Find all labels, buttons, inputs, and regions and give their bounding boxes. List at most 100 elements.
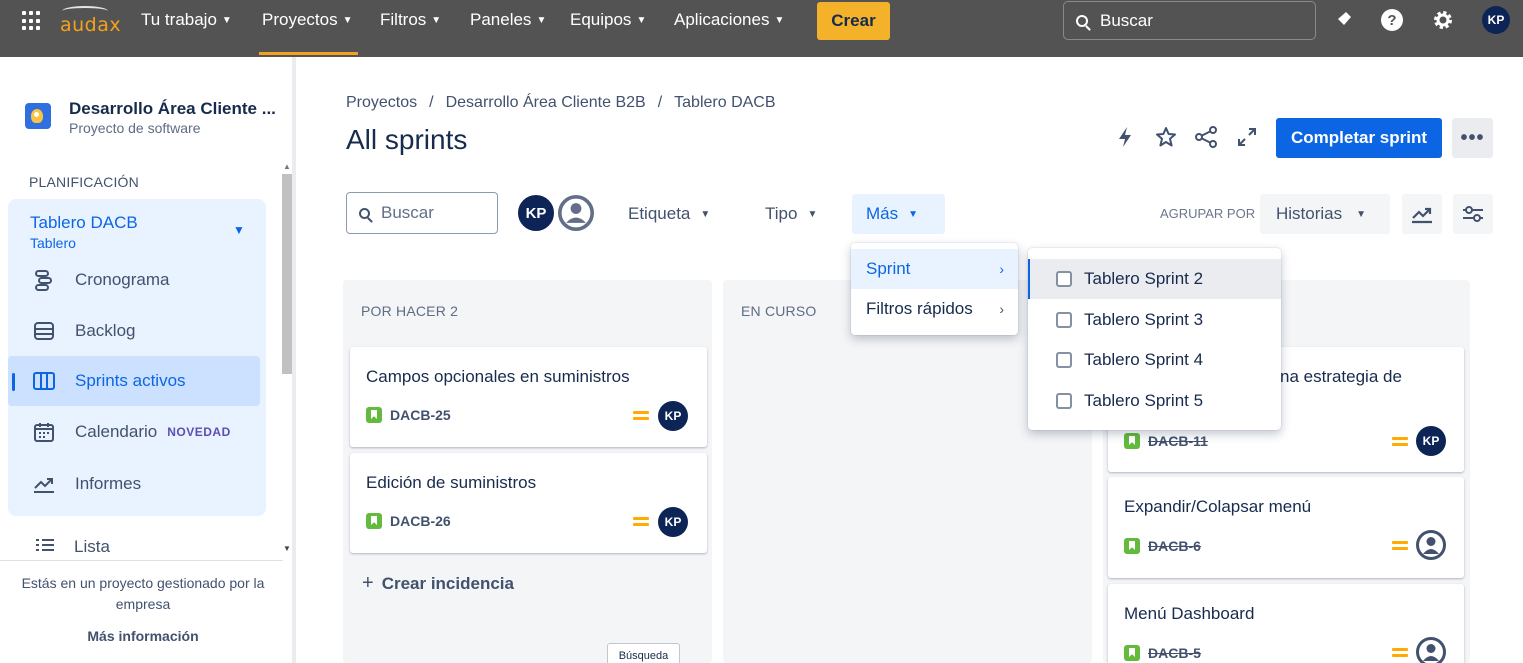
unassigned-avatar[interactable] [1416, 530, 1446, 560]
sidebar-item-calendario[interactable]: Calendario NOVEDAD [8, 407, 260, 457]
sprint-option[interactable]: Tablero Sprint 3 [1028, 300, 1281, 340]
sidebar-item-label: Informes [75, 474, 142, 493]
story-icon [366, 513, 382, 529]
top-navigation-bar: audax Tu trabajo ▼ Proyectos ▼ Filtros ▼ Pa… [0, 0, 1523, 57]
chevron-down-icon: ▼ [431, 15, 442, 26]
backlog-icon [32, 319, 56, 343]
help-icon[interactable]: ? [1380, 8, 1404, 32]
automation-lightning-icon[interactable] [1112, 124, 1138, 150]
nav-filtros[interactable]: Filtros ▼ [380, 10, 441, 30]
checkbox[interactable] [1056, 393, 1072, 409]
assignee-avatar[interactable]: KP [658, 401, 688, 431]
issue-card[interactable]: Menú Dashboard DACB-5 [1108, 584, 1464, 663]
unassigned-avatar[interactable] [1416, 637, 1446, 663]
filter-avatar-kp[interactable]: KP [516, 193, 556, 233]
chevron-down-icon: ▼ [221, 15, 232, 26]
sidebar-item-label: Sprints activos [75, 371, 186, 390]
complete-sprint-button[interactable]: Completar sprint [1276, 118, 1442, 158]
card-title: Campos opcionales en suministros [366, 367, 630, 386]
assignee-avatar[interactable]: KP [1416, 426, 1446, 456]
checkbox[interactable] [1056, 352, 1072, 368]
svg-text:?: ? [1387, 12, 1396, 29]
share-icon[interactable] [1193, 124, 1219, 150]
more-info-link[interactable]: Más información [4, 628, 282, 644]
sliders-icon [1463, 206, 1483, 222]
chevron-down-icon: ▼ [636, 15, 647, 26]
column-title: POR HACER 2 [361, 303, 459, 319]
more-actions-button[interactable]: ••• [1452, 118, 1493, 158]
assignee-avatar[interactable]: KP [658, 507, 688, 537]
global-search-input[interactable]: Buscar [1063, 1, 1316, 40]
sprint-option[interactable]: Tablero Sprint 2 [1028, 259, 1281, 299]
create-issue-button[interactable]: + Crear incidencia [362, 572, 514, 595]
story-icon [1124, 538, 1140, 554]
chevron-down-icon[interactable]: ▼ [233, 223, 245, 237]
chevron-down-icon: ▼ [1356, 208, 1367, 220]
search-placeholder: Buscar [381, 203, 434, 222]
sprint-option[interactable]: Tablero Sprint 4 [1028, 340, 1281, 380]
group-by-select[interactable]: Historias ▼ [1260, 194, 1390, 234]
priority-medium-icon [1392, 647, 1408, 657]
priority-medium-icon [1392, 436, 1408, 446]
notifications-icon[interactable] [1331, 8, 1355, 32]
app-switcher-icon[interactable] [22, 11, 42, 31]
sidebar-item-label: Lista [74, 537, 110, 556]
filter-tipo[interactable]: Tipo ▼ [751, 194, 831, 234]
card-title: Expandir/Colapsar menú [1124, 497, 1312, 516]
breadcrumb-item[interactable]: Desarrollo Área Cliente B2B [446, 94, 646, 111]
issue-card[interactable]: Edición de suministros DACB-26 KP [350, 453, 707, 553]
insights-chart-button[interactable] [1402, 194, 1442, 234]
sidebar-item-label: Calendario [75, 422, 158, 441]
nav-paneles[interactable]: Paneles ▼ [470, 10, 546, 30]
checkbox[interactable] [1056, 271, 1072, 287]
mas-dropdown-menu: Sprint › Filtros rápidos › [851, 243, 1018, 335]
board-selector-title[interactable]: Tablero DACB [30, 213, 138, 233]
filter-avatar-unassigned[interactable] [556, 193, 596, 233]
nav-tu-trabajo[interactable]: Tu trabajo ▼ [141, 10, 232, 30]
nav-aplicaciones[interactable]: Aplicaciones ▼ [674, 10, 784, 30]
sidebar-item-informes[interactable]: Informes [8, 459, 260, 509]
issue-key[interactable]: DACB-11 [1124, 433, 1208, 449]
audax-logo[interactable]: audax [58, 2, 121, 38]
menu-item-sprint[interactable]: Sprint › [851, 249, 1018, 289]
new-badge: NOVEDAD [167, 425, 231, 439]
menu-item-filtros-rapidos[interactable]: Filtros rápidos › [851, 289, 1018, 329]
sidebar-scrollbar[interactable]: ▲ ▼ [280, 160, 294, 560]
checkbox[interactable] [1056, 312, 1072, 328]
sprint-option[interactable]: Tablero Sprint 5 [1028, 381, 1281, 421]
nav-proyectos[interactable]: Proyectos ▼ [262, 10, 353, 30]
filter-etiqueta[interactable]: Etiqueta ▼ [614, 194, 724, 234]
project-name[interactable]: Desarrollo Área Cliente ... [69, 99, 276, 119]
issue-key[interactable]: DACB-6 [1124, 538, 1201, 554]
calendar-icon [32, 420, 56, 444]
issue-key[interactable]: DACB-25 [366, 407, 451, 423]
breadcrumb-item[interactable]: Proyectos [346, 94, 417, 111]
sidebar-item-sprints-activos[interactable]: Sprints activos [8, 356, 260, 406]
create-button[interactable]: Crear [817, 2, 890, 40]
chevron-down-icon: ▼ [536, 15, 547, 26]
sidebar-item-backlog[interactable]: Backlog [8, 306, 260, 356]
issue-key[interactable]: DACB-26 [366, 513, 451, 529]
view-settings-button[interactable] [1453, 194, 1493, 234]
issue-key[interactable]: DACB-5 [1124, 645, 1201, 661]
card-title: na estrategia de [1280, 367, 1402, 386]
settings-gear-icon[interactable] [1431, 8, 1455, 32]
priority-medium-icon [633, 516, 649, 526]
breadcrumb: Proyectos / Desarrollo Área Cliente B2B / Ta… [346, 94, 776, 111]
sidebar-item-lista[interactable]: Lista [36, 537, 110, 557]
issue-card[interactable]: Expandir/Colapsar menú DACB-6 [1108, 477, 1464, 578]
star-icon[interactable] [1153, 124, 1179, 150]
breadcrumb-item[interactable]: Tablero DACB [674, 94, 775, 111]
user-avatar[interactable]: KP [1482, 6, 1510, 34]
chevron-down-icon: ▼ [807, 208, 818, 220]
filter-mas[interactable]: Más ▼ [852, 194, 945, 234]
board-selector-subtitle: Tablero [30, 235, 76, 251]
trend-chart-icon [1412, 207, 1432, 224]
board-search-input[interactable]: Buscar [346, 192, 498, 234]
column-title: EN CURSO [741, 303, 817, 319]
sidebar-item-cronograma[interactable]: Cronograma [8, 255, 260, 305]
issue-card[interactable]: Campos opcionales en suministros DACB-25… [350, 347, 707, 447]
nav-equipos[interactable]: Equipos ▼ [570, 10, 646, 30]
fullscreen-expand-icon[interactable] [1234, 124, 1260, 150]
list-icon [36, 537, 56, 557]
